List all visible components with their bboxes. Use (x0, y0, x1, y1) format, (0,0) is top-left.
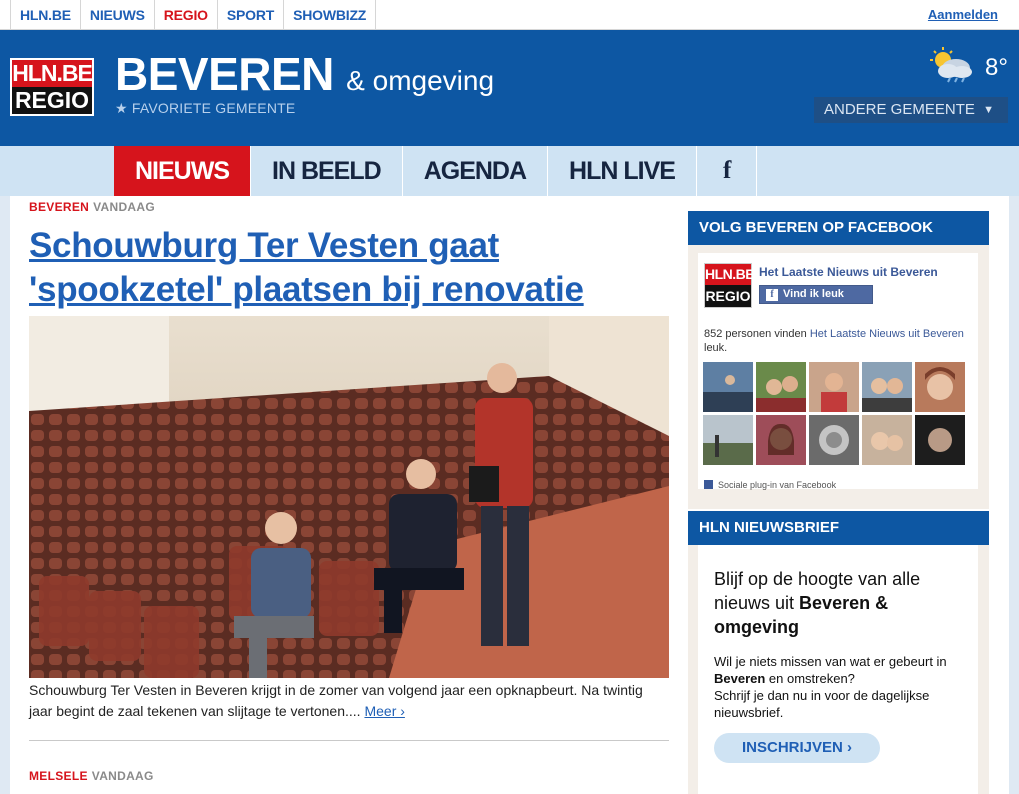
facebook-box: VOLG BEVEREN OP FACEBOOK HLN.BE REGIO He… (688, 211, 989, 509)
fan-avatar[interactable] (703, 362, 753, 412)
fan-avatar[interactable] (862, 362, 912, 412)
facebook-widget: HLN.BE REGIO Het Laatste Nieuws uit Beve… (698, 253, 978, 490)
facebook-page-logo[interactable]: HLN.BE REGIO (704, 263, 755, 308)
logo-bottom-text: REGIO (12, 87, 92, 114)
next-article-place[interactable]: MELSELE (29, 769, 88, 783)
top-nav: HLN.BE NIEUWS REGIO SPORT SHOWBIZZ (10, 0, 377, 30)
article-meta: BEVEREN VANDAAG (29, 200, 155, 214)
newsletter-lead: Blijf op de hoogte van alle nieuws uit B… (714, 567, 964, 639)
newsletter-box: HLN NIEUWSBRIEF Blijf op de hoogte van a… (688, 511, 989, 794)
topnav-item-sport[interactable]: SPORT (216, 0, 283, 30)
theater-photo-image (29, 316, 669, 678)
topnav-item-nieuws[interactable]: NIEUWS (79, 0, 154, 30)
topnav-item-showbizz[interactable]: SHOWBIZZ (283, 0, 377, 30)
facebook-page-name[interactable]: Het Laatste Nieuws uit Beveren (759, 265, 938, 279)
chevron-down-icon: ▼ (983, 104, 994, 116)
newsletter-body-bold: Beveren (714, 671, 766, 686)
main-content: BEVEREN VANDAAG Schouwburg Ter Vesten gaa… (10, 196, 1009, 794)
mini-logo-top: HLN.BE (705, 264, 755, 285)
login-link[interactable]: Aanmelden (928, 7, 998, 22)
tab-hln-live[interactable]: HLN LIVE (548, 146, 697, 196)
topnav-item-hln[interactable]: HLN.BE (10, 0, 80, 30)
logo-top-text: HLN.BE (12, 60, 93, 87)
top-bar: HLN.BE NIEUWS REGIO SPORT SHOWBIZZ Aanme… (0, 0, 1019, 30)
next-article-date: VANDAAG (91, 769, 154, 783)
article-photo[interactable] (29, 316, 669, 678)
section-nav: NIEUWS IN BEELD AGENDA HLN LIVE f (0, 146, 1019, 196)
fan-avatar[interactable] (703, 415, 753, 465)
newsletter-box-title: HLN NIEUWSBRIEF (688, 511, 989, 545)
fan-avatar[interactable] (756, 362, 806, 412)
facebook-like-button[interactable]: f Vind ik leuk (759, 285, 873, 304)
city-name: BEVEREN (115, 48, 334, 100)
facebook-plugin-footer-text: Sociale plug-in van Facebook (718, 480, 837, 490)
facebook-small-icon (704, 480, 713, 489)
article-caption: Schouwburg Ter Vesten in Beveren krijgt … (29, 680, 669, 722)
facebook-icon[interactable]: f (697, 146, 758, 196)
other-municipality-dropdown[interactable]: ANDERE GEMEENTE ▼ (814, 97, 1008, 123)
tab-nieuws[interactable]: NIEUWS (114, 146, 251, 196)
article-date: VANDAAG (93, 200, 156, 214)
fan-avatar[interactable] (915, 415, 965, 465)
fan-avatar[interactable] (756, 415, 806, 465)
tab-in-beeld[interactable]: IN BEELD (251, 146, 403, 196)
facebook-like-label: Vind ik leuk (783, 288, 844, 300)
mini-logo-bottom: REGIO (705, 285, 751, 307)
article-place[interactable]: BEVEREN (29, 200, 89, 214)
article-headline[interactable]: Schouwburg Ter Vesten gaat 'spookzetel' … (29, 224, 669, 312)
article-caption-text: Schouwburg Ter Vesten in Beveren krijgt … (29, 682, 643, 719)
favorite-municipality-link[interactable]: ★ FAVORIETE GEMEENTE (115, 100, 295, 117)
temperature: 8° (985, 54, 1008, 81)
facebook-icon: f (766, 289, 778, 301)
like-count-page-link[interactable]: Het Laatste Nieuws uit Beveren (810, 328, 964, 340)
fan-avatar[interactable] (862, 415, 912, 465)
hln-regio-logo[interactable]: HLN.BE REGIO (10, 58, 94, 116)
newsletter-body-text-2: en omstreken? (765, 671, 855, 686)
subscribe-button[interactable]: INSCHRIJVEN › (714, 733, 880, 763)
newsletter-panel: Blijf op de hoogte van alle nieuws uit B… (698, 545, 978, 794)
partly-cloudy-rain-icon (930, 47, 972, 83)
newsletter-body-text-1: Wil je niets missen van wat er gebeurt i… (714, 654, 947, 669)
page-title: BEVEREN & omgeving (115, 47, 494, 101)
newsletter-body: Wil je niets missen van wat er gebeurt i… (714, 653, 974, 721)
next-article-meta: MELSELE VANDAAG (29, 769, 154, 783)
newsletter-body-text-3: Schrijf je dan nu in voor de dagelijkse … (714, 688, 930, 720)
regional-header: HLN.BE REGIO BEVEREN & omgeving ★ FAVORI… (0, 30, 1019, 146)
other-municipality-label: ANDERE GEMEENTE (824, 101, 975, 118)
article-divider (29, 740, 669, 741)
read-more-link[interactable]: Meer › (364, 703, 404, 719)
facebook-box-title: VOLG BEVEREN OP FACEBOOK (688, 211, 989, 245)
facebook-fan-faces (703, 362, 973, 465)
fan-avatar[interactable] (809, 362, 859, 412)
facebook-like-count: 852 personen vinden Het Laatste Nieuws u… (704, 327, 974, 355)
like-count-suffix: leuk. (704, 342, 728, 354)
tab-agenda[interactable]: AGENDA (403, 146, 549, 196)
city-suffix: & omgeving (346, 65, 495, 96)
like-count-text: 852 personen vinden (704, 328, 810, 340)
topnav-item-regio[interactable]: REGIO (153, 0, 217, 30)
fan-avatar[interactable] (809, 415, 859, 465)
fan-avatar[interactable] (915, 362, 965, 412)
facebook-plugin-footer: Sociale plug-in van Facebook (704, 480, 836, 490)
